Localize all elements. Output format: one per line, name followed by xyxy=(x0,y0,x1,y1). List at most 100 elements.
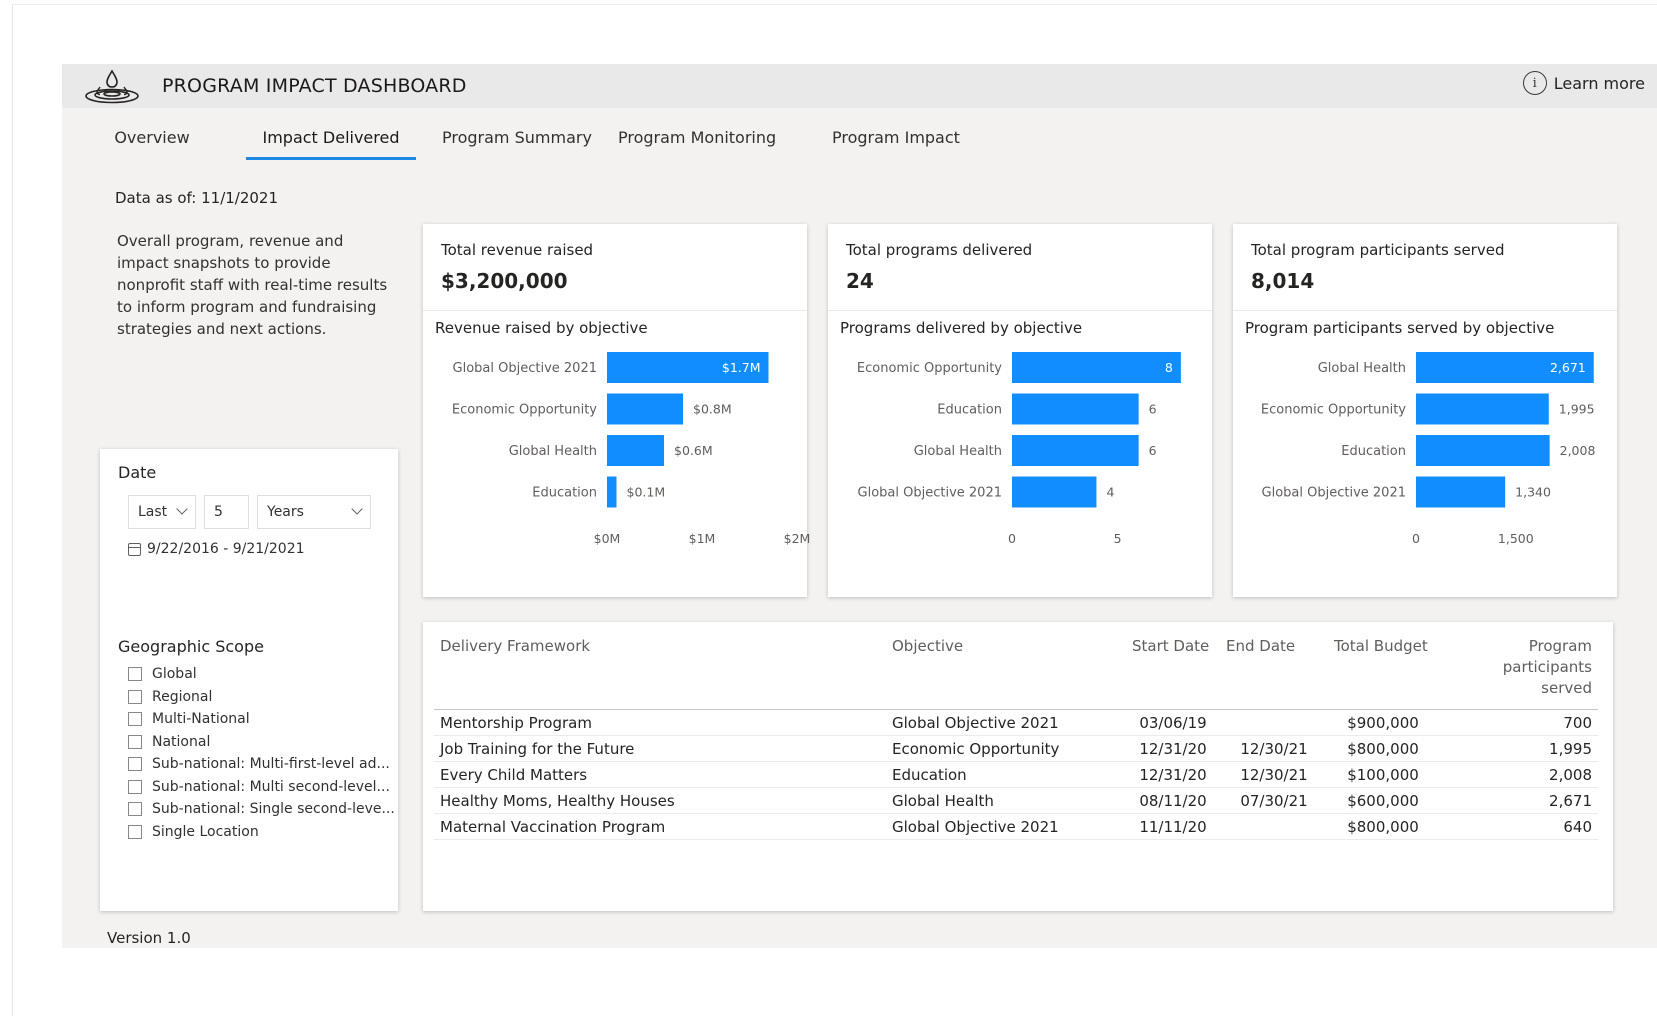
cell-framework: Maternal Vaccination Program xyxy=(434,813,886,840)
geo-option-multi-national[interactable]: Multi-National xyxy=(128,708,395,731)
col-header-total-budget[interactable]: Total Budget xyxy=(1328,630,1438,710)
cell-participants: 1,995 xyxy=(1438,735,1598,762)
data-label: 2,671 xyxy=(1550,360,1586,375)
cell-participants: 700 xyxy=(1438,709,1598,736)
date-unit-value: Years xyxy=(267,504,304,520)
table-row[interactable]: Maternal Vaccination Program Global Objec… xyxy=(434,813,1598,840)
revenue-bar-chart: Global Objective 2021 $1.7M Economic Oppor… xyxy=(452,352,810,546)
info-icon: i xyxy=(1522,71,1547,95)
date-unit-dropdown[interactable]: Years xyxy=(257,495,371,529)
bar[interactable] xyxy=(1012,476,1097,508)
learn-more-link[interactable]: i Learn more xyxy=(1522,71,1645,95)
calendar-icon xyxy=(128,542,141,556)
revenue-card: Total revenue raised $3,200,000 Revenue … xyxy=(423,224,810,597)
delivery-table-card: Delivery Framework Objective Start Date … xyxy=(423,622,1613,911)
geo-option-single-location[interactable]: Single Location xyxy=(128,821,395,844)
geo-option-national[interactable]: National xyxy=(128,731,395,754)
table-header-row: Delivery Framework Objective Start Date … xyxy=(434,630,1598,710)
date-filter-label: Date xyxy=(118,463,157,482)
geo-option-subnational-single-second[interactable]: Sub-national: Single second-leve... xyxy=(128,798,395,821)
tab-program-summary[interactable]: Program Summary xyxy=(442,126,592,160)
table-row[interactable]: Healthy Moms, Healthy Houses Global Healt… xyxy=(434,787,1598,814)
cell-framework: Every Child Matters xyxy=(434,761,886,788)
cell-objective: Education xyxy=(886,761,1126,788)
table-row[interactable]: Mentorship Program Global Objective 2021 0… xyxy=(434,709,1598,736)
tab-program-impact[interactable]: Program Impact xyxy=(832,126,960,160)
app-title: PROGRAM IMPACT DASHBOARD xyxy=(162,75,467,97)
cell-end-date xyxy=(1220,709,1328,736)
category-label: Global Health xyxy=(509,444,597,459)
data-label: $0.8M xyxy=(693,402,732,417)
table-row[interactable]: Every Child Matters Education 12/31/20 12/3… xyxy=(434,761,1598,788)
cell-participants: 2,008 xyxy=(1438,761,1598,788)
date-count-input[interactable]: 5 xyxy=(204,495,249,529)
water-drop-logo-icon xyxy=(85,69,139,104)
col-header-start-date[interactable]: Start Date xyxy=(1126,630,1220,710)
category-label: Economic Opportunity xyxy=(857,361,1002,376)
data-label: 4 xyxy=(1106,485,1114,500)
bar[interactable] xyxy=(1416,393,1549,425)
bar[interactable] xyxy=(607,476,617,508)
cell-end-date: 12/30/21 xyxy=(1220,761,1328,788)
table-row[interactable]: Job Training for the Future Economic Oppo… xyxy=(434,735,1598,762)
cell-start-date: 03/06/19 xyxy=(1126,709,1220,736)
geo-option-label: Global xyxy=(152,666,197,683)
cell-participants: 640 xyxy=(1438,813,1598,840)
bar[interactable] xyxy=(607,393,683,425)
bar[interactable] xyxy=(607,435,664,466)
tab-program-monitoring[interactable]: Program Monitoring xyxy=(618,126,776,160)
data-label: 1,995 xyxy=(1559,402,1595,417)
geo-scope-list: Global Regional Multi-National National … xyxy=(128,663,395,843)
participants-bar-chart: Global Health 2,671 Economic Opportunity 1,… xyxy=(1261,352,1595,546)
category-label: Economic Opportunity xyxy=(1261,403,1406,418)
date-relative-value: Last xyxy=(138,504,168,520)
data-label: 1,340 xyxy=(1515,485,1551,500)
geo-option-global[interactable]: Global xyxy=(128,663,395,686)
bar[interactable] xyxy=(1012,352,1181,383)
tab-impact-delivered[interactable]: Impact Delivered xyxy=(246,126,416,160)
category-label: Global Objective 2021 xyxy=(453,361,597,376)
geo-option-subnational-multi-first[interactable]: Sub-national: Multi-first-level ad... xyxy=(128,753,395,776)
table-body: Mentorship Program Global Objective 2021 0… xyxy=(434,709,1598,840)
date-relative-dropdown[interactable]: Last xyxy=(128,495,196,529)
cell-start-date: 12/31/20 xyxy=(1126,735,1220,762)
checkbox-icon xyxy=(128,734,142,749)
cell-framework: Mentorship Program xyxy=(434,709,886,736)
col-header-framework[interactable]: Delivery Framework xyxy=(434,630,886,710)
tab-overview[interactable]: Overview xyxy=(112,126,192,160)
geo-option-label: Regional xyxy=(152,688,213,705)
geo-option-label: Sub-national: Multi-first-level ad... xyxy=(152,756,390,773)
data-label: 6 xyxy=(1149,402,1157,417)
chevron-down-icon xyxy=(176,503,188,515)
cell-objective: Global Health xyxy=(886,787,1126,814)
geo-option-label: Single Location xyxy=(152,823,259,840)
cell-start-date: 08/11/20 xyxy=(1126,787,1220,814)
geo-option-label: Sub-national: Single second-leve... xyxy=(152,801,395,818)
bar[interactable] xyxy=(1416,435,1550,466)
data-label: $0.1M xyxy=(627,485,666,500)
data-label: 8 xyxy=(1165,360,1173,375)
bar[interactable] xyxy=(1012,435,1139,466)
intro-text: Overall program, revenue and impact snap… xyxy=(117,232,388,338)
col-header-objective[interactable]: Objective xyxy=(886,630,1126,710)
col-header-participants[interactable]: Program participants served xyxy=(1438,630,1598,710)
checkbox-icon xyxy=(128,802,142,817)
checkbox-icon xyxy=(128,689,142,704)
col-header-end-date[interactable]: End Date xyxy=(1220,630,1328,710)
learn-more-label: Learn more xyxy=(1553,73,1645,93)
tick-label: 0 xyxy=(1008,531,1016,546)
checkbox-icon xyxy=(128,757,142,772)
category-label: Global Objective 2021 xyxy=(1262,486,1406,501)
cell-objective: Global Objective 2021 xyxy=(886,709,1126,736)
cell-framework: Healthy Moms, Healthy Houses xyxy=(434,787,886,814)
bar[interactable] xyxy=(1416,476,1506,508)
cell-start-date: 12/31/20 xyxy=(1126,761,1220,788)
geo-option-subnational-multi-second[interactable]: Sub-national: Multi second-level... xyxy=(128,776,395,799)
bar[interactable] xyxy=(1012,393,1139,425)
geo-option-regional[interactable]: Regional xyxy=(128,686,395,709)
version-label: Version 1.0 xyxy=(107,929,191,947)
programs-bar-chart: Economic Opportunity 8 Education 6 Global He… xyxy=(857,352,1181,546)
category-label: Global Health xyxy=(914,444,1002,459)
geo-option-label: Multi-National xyxy=(152,711,250,728)
checkbox-icon xyxy=(128,667,142,682)
